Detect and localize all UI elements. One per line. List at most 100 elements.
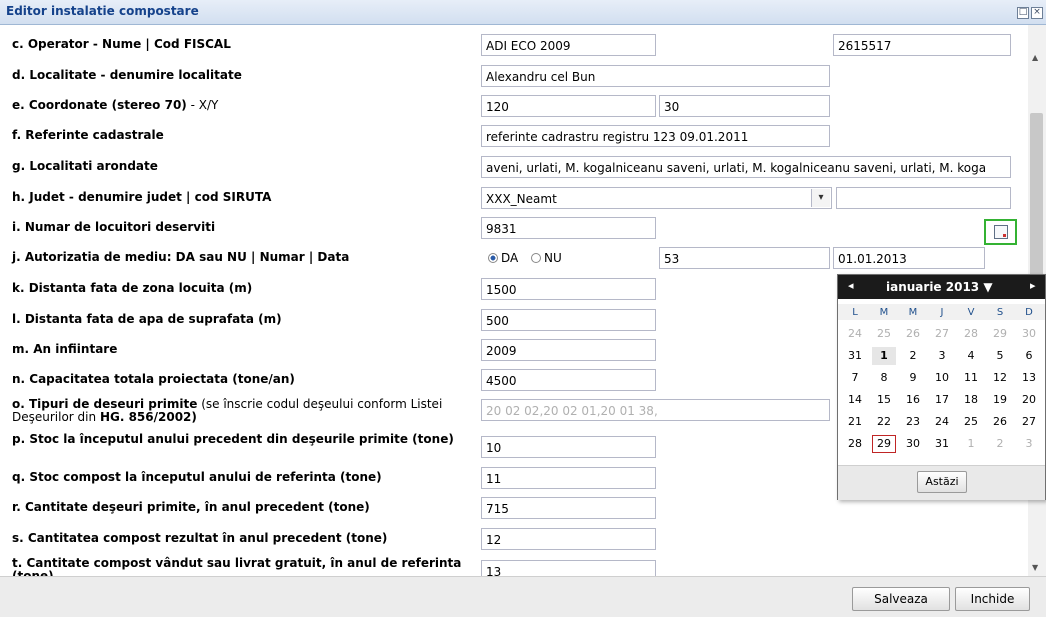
calendar-day[interactable]: 31 [930,435,954,453]
calendar-day[interactable]: 2 [988,435,1012,453]
dialog-title: Editor instalatie compostare [6,4,199,18]
close-icon[interactable]: × [1031,7,1043,19]
capacitate-label: n. Capacitatea totala proiectata (tone/a… [12,372,295,386]
calendar-day[interactable]: 2 [901,347,925,365]
maximize-icon[interactable]: □ [1017,7,1029,19]
coord-x-input[interactable]: 120 [481,95,656,117]
scroll-down-icon[interactable]: ▼ [1032,563,1038,572]
calendar-month-title[interactable]: ianuarie 2013 ▼ [886,280,993,294]
localitati-arondate-input[interactable]: aveni, urlati, M. kogalniceanu saveni, u… [481,156,1011,178]
calendar-day[interactable]: 9 [901,369,925,387]
calendar-day[interactable]: 8 [872,369,896,387]
distanta-locuita-input[interactable]: 1500 [481,278,656,300]
calendar-day[interactable]: 3 [930,347,954,365]
calendar-day[interactable]: 4 [959,347,983,365]
calendar-day[interactable]: 28 [843,435,867,453]
calendar-day[interactable]: 20 [1017,391,1041,409]
calendar-weekday: M [908,307,918,318]
siruta-input[interactable] [836,187,1011,209]
calendar-day[interactable]: 24 [930,413,954,431]
calendar-day[interactable]: 1 [959,435,983,453]
calendar-day[interactable]: 22 [872,413,896,431]
close-button[interactable]: Inchide [955,587,1030,611]
an-infiintare-input[interactable]: 2009 [481,339,656,361]
calendar-day[interactable]: 19 [988,391,1012,409]
stoc-compost-input[interactable]: 11 [481,467,656,489]
capacitate-input[interactable]: 4500 [481,369,656,391]
autorizatie-label: j. Autorizatia de mediu: DA sau NU | Num… [12,250,350,264]
calendar-day[interactable]: 25 [872,325,896,343]
distanta-apa-input[interactable]: 500 [481,309,656,331]
chevron-down-icon[interactable]: ▾ [811,189,830,207]
calendar-day[interactable]: 28 [959,325,983,343]
calendar-day[interactable]: 27 [930,325,954,343]
date-picker-popup: ◂ ianuarie 2013 ▼ ▸ LMMJVSD 24 25 26 27 28 29… [837,274,1046,500]
dialog-footer: Salveaza Inchide [0,576,1046,617]
coord-y-input[interactable]: 30 [659,95,830,117]
date-picker-trigger[interactable] [984,219,1017,245]
calendar-day[interactable]: 6 [1017,347,1041,365]
calendar-day[interactable]: 29 [872,435,896,453]
calendar-day[interactable]: 31 [843,347,867,365]
judet-label: h. Judet - denumire judet | cod SIRUTA [12,190,272,204]
calendar-day[interactable]: 24 [843,325,867,343]
radio-da[interactable]: DA [488,251,518,265]
locuitori-input[interactable]: 9831 [481,217,656,239]
calendar-day[interactable]: 3 [1017,435,1041,453]
calendar-day[interactable]: 15 [872,391,896,409]
cod-fiscal-input[interactable]: 2615517 [833,34,1011,56]
referinte-input[interactable]: referinte cadrastru registru 123 09.01.2… [481,125,830,147]
locuitori-label: i. Numar de locuitori deserviti [12,220,216,234]
calendar-day[interactable]: 12 [988,369,1012,387]
tipuri-deseuri-label-hg: HG. 856/2002) [99,410,197,424]
dialog-titlebar[interactable]: Editor instalatie compostare □ × [0,0,1046,25]
calendar-day[interactable]: 11 [959,369,983,387]
distanta-apa-label: l. Distanta fata de apa de suprafata (m) [12,312,282,326]
calendar-day[interactable]: 23 [901,413,925,431]
calendar-day[interactable]: 26 [901,325,925,343]
calendar-day[interactable]: 18 [959,391,983,409]
scroll-up-icon[interactable]: ▲ [1032,53,1038,62]
calendar-day[interactable]: 30 [901,435,925,453]
calendar-day[interactable]: 13 [1017,369,1041,387]
compost-rezultat-label: s. Cantitatea compost rezultat în anul p… [12,531,388,545]
compost-rezultat-input[interactable]: 12 [481,528,656,550]
stoc-deseuri-input[interactable]: 10 [481,436,656,458]
calendar-weekday: J [940,307,944,318]
calendar-day[interactable]: 1 [872,347,896,365]
calendar-day[interactable]: 17 [930,391,954,409]
calendar-day[interactable]: 16 [901,391,925,409]
calendar-header: ◂ ianuarie 2013 ▼ ▸ [838,275,1045,299]
radio-nu[interactable]: NU [531,251,562,265]
calendar-day[interactable]: 5 [988,347,1012,365]
operator-label: c. Operator - Nume | Cod FISCAL [12,37,231,51]
dialog-window: Editor instalatie compostare □ × c. Oper… [0,0,1046,617]
autorizatie-numar-input[interactable]: 53 [659,247,830,269]
calendar-weekday: M [879,307,889,318]
today-button[interactable]: Astăzi [917,471,967,493]
compost-vandut-input[interactable]: 13 [481,560,656,576]
radio-da-dot[interactable] [488,253,498,263]
tipuri-deseuri-input[interactable]: 20 02 02,20 02 01,20 01 38, [481,399,830,421]
prev-month-icon[interactable]: ◂ [848,279,854,292]
stoc-deseuri-label: p. Stoc la începutul anului precedent di… [12,432,454,446]
operator-name-input[interactable]: ADI ECO 2009 [481,34,656,56]
calendar-day[interactable]: 26 [988,413,1012,431]
save-button[interactable]: Salveaza [852,587,950,611]
autorizatie-data-input[interactable]: 01.01.2013 [833,247,985,269]
calendar-day[interactable]: 14 [843,391,867,409]
calendar-day[interactable]: 25 [959,413,983,431]
calendar-day[interactable]: 29 [988,325,1012,343]
calendar-day[interactable]: 30 [1017,325,1041,343]
localitate-input[interactable]: Alexandru cel Bun [481,65,830,87]
calendar-footer: Astăzi [838,465,1045,500]
calendar-day[interactable]: 7 [843,369,867,387]
calendar-day[interactable]: 21 [843,413,867,431]
judet-select[interactable]: XXX_Neamt ▾ [481,187,832,209]
deseuri-primite-input[interactable]: 715 [481,497,656,519]
radio-nu-dot[interactable] [531,253,541,263]
calendar-day[interactable]: 10 [930,369,954,387]
next-month-icon[interactable]: ▸ [1030,279,1036,292]
calendar-day[interactable]: 27 [1017,413,1041,431]
judet-select-value: XXX_Neamt [486,192,557,206]
